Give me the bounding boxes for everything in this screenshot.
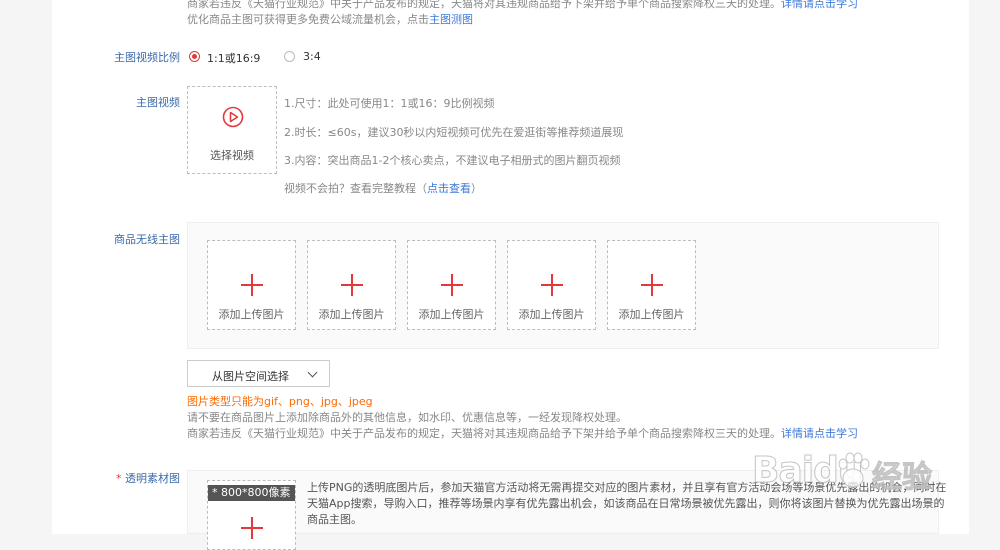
video-help-prefix: 视频不会拍？查看完整教程（ bbox=[284, 182, 427, 195]
upload-slot-caption: 添加上传图片 bbox=[618, 308, 685, 321]
ratio-option-2[interactable]: 3:4 bbox=[303, 50, 321, 63]
upload-slot-4[interactable]: 添加上传图片 bbox=[507, 240, 596, 330]
image-type-hint: 图片类型只能为gif、png、jpg、jpeg bbox=[187, 395, 373, 408]
plus-icon bbox=[240, 517, 263, 539]
top-notice-line1: 商家若违反《天猫行业规范》中关于产品发布的规定，天猫将对其违规商品给予下架并给予… bbox=[187, 0, 858, 11]
main-video-label: 主图视频 bbox=[136, 96, 180, 109]
select-video-label: 选择视频 bbox=[210, 149, 254, 162]
top-notice-learn-link[interactable]: 详情请点击学习 bbox=[781, 0, 858, 10]
upload-slot-caption: 添加上传图片 bbox=[418, 308, 485, 321]
top-notice-text-2: 优化商品主图可获得更多免费公域流量机会，点击 bbox=[187, 13, 429, 26]
chevron-down-icon bbox=[307, 367, 318, 378]
paw-icon bbox=[838, 452, 870, 488]
ratio-radio-2[interactable] bbox=[284, 51, 295, 62]
upload-slot-5[interactable]: 添加上传图片 bbox=[607, 240, 696, 330]
ratio-option-1[interactable]: 1:1或16:9 bbox=[207, 50, 260, 66]
wireless-image-label: 商品无线主图 bbox=[114, 233, 180, 246]
play-video-icon bbox=[222, 106, 244, 128]
transparent-material-label: * 透明素材图 bbox=[60, 470, 180, 486]
video-ratio-label: 主图视频比例 bbox=[114, 51, 180, 64]
image-note-2-text: 商家若违反《天猫行业规范》中关于产品发布的规定，天猫将对其违规商品给予下架并给予… bbox=[187, 427, 781, 440]
rules-learn-link[interactable]: 详情请点击学习 bbox=[781, 427, 858, 440]
top-notice-text: 商家若违反《天猫行业规范》中关于产品发布的规定，天猫将对其违规商品给予下架并给予… bbox=[187, 0, 781, 10]
transparent-material-label-text: 透明素材图 bbox=[125, 472, 180, 485]
video-tip-2: 2.时长：≤60s，建议30秒以内短视频可优先在爱逛街等推荐频道展现 bbox=[284, 126, 624, 139]
upload-slot-2[interactable]: 添加上传图片 bbox=[307, 240, 396, 330]
upload-slot-caption: 添加上传图片 bbox=[518, 308, 585, 321]
required-mark: * bbox=[116, 472, 122, 485]
ratio-radio-1[interactable] bbox=[189, 51, 200, 62]
video-help-suffix: ） bbox=[471, 182, 482, 195]
upload-slot-3[interactable]: 添加上传图片 bbox=[407, 240, 496, 330]
transparent-desc-line3: 商品主图。 bbox=[307, 513, 362, 526]
image-space-select-label: 从图片空间选择 bbox=[212, 370, 289, 383]
image-space-select-button[interactable]: 从图片空间选择 bbox=[187, 360, 330, 387]
select-video-box[interactable]: 选择视频 bbox=[187, 86, 277, 174]
image-note-2: 商家若违反《天猫行业规范》中关于产品发布的规定，天猫将对其违规商品给予下架并给予… bbox=[187, 425, 858, 441]
upload-slot-caption: 添加上传图片 bbox=[318, 308, 385, 321]
video-help: 视频不会拍？查看完整教程（点击查看） bbox=[284, 180, 482, 196]
top-notice-line2: 优化商品主图可获得更多免费公域流量机会，点击主图测图 bbox=[187, 11, 473, 27]
main-image-test-link[interactable]: 主图测图 bbox=[429, 13, 473, 26]
plus-icon bbox=[440, 274, 463, 296]
transparent-upload-slot[interactable]: * 800*800像素 bbox=[207, 480, 296, 550]
upload-slot-caption: 添加上传图片 bbox=[218, 308, 285, 321]
size-badge: * 800*800像素 bbox=[208, 485, 295, 501]
image-note-1: 请不要在商品图片上添加除商品外的其他信息，如水印、优惠信息等，一经发现降权处理。 bbox=[187, 411, 627, 424]
video-tutorial-link[interactable]: 点击查看 bbox=[427, 182, 471, 195]
plus-icon bbox=[340, 274, 363, 296]
plus-icon bbox=[640, 274, 663, 296]
plus-icon bbox=[540, 274, 563, 296]
video-tip-1: 1.尺寸：此处可使用1：1或16：9比例视频 bbox=[284, 97, 495, 110]
baidu-watermark-suffix: 经验 bbox=[872, 460, 933, 496]
upload-slot-1[interactable]: 添加上传图片 bbox=[207, 240, 296, 330]
plus-icon bbox=[240, 274, 263, 296]
baidu-watermark-logo: Baidu 经验 bbox=[751, 444, 952, 504]
video-tip-3: 3.内容：突出商品1-2个核心卖点，不建议电子相册式的图片翻页视频 bbox=[284, 154, 621, 167]
